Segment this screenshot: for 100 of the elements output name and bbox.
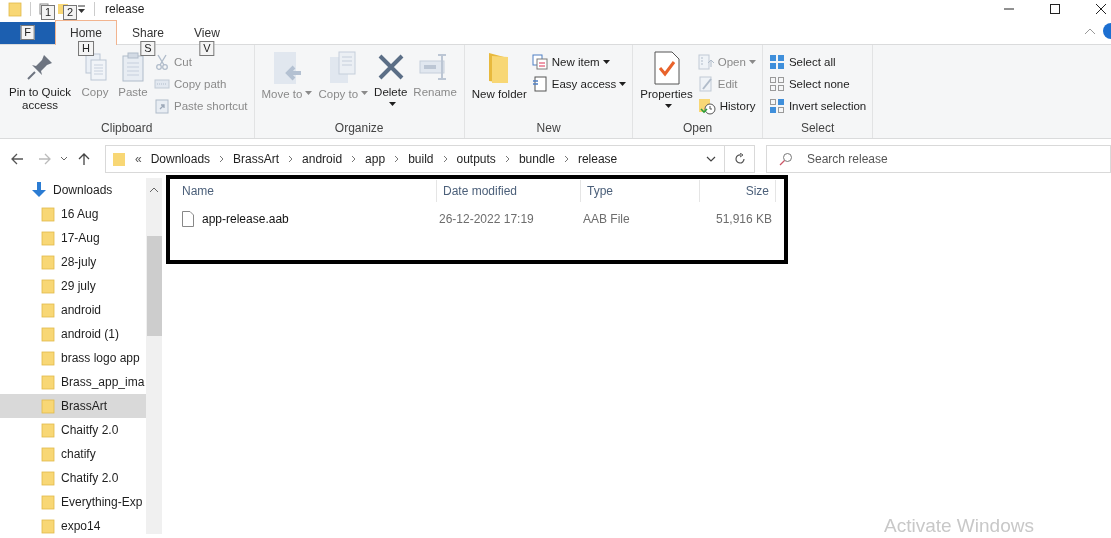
- breadcrumb[interactable]: release: [577, 152, 618, 166]
- folder-icon: [41, 374, 55, 390]
- chevron-right-icon: [442, 155, 448, 163]
- tree-label: android (1): [61, 327, 120, 341]
- tree-item[interactable]: 17-Aug: [0, 226, 146, 250]
- breadcrumb[interactable]: app: [365, 152, 386, 166]
- caret-icon: [619, 82, 627, 87]
- folder-icon: [41, 302, 55, 318]
- ribbon-button[interactable]: Properties: [637, 49, 696, 116]
- chevron-right-icon: [351, 155, 357, 163]
- breadcrumb[interactable]: outputs: [456, 152, 496, 166]
- folder-icon: [41, 446, 55, 462]
- tree-item[interactable]: chatify: [0, 442, 146, 466]
- breadcrumb[interactable]: build: [408, 152, 434, 166]
- recent-caret-icon: [60, 156, 68, 162]
- folder-icon: [41, 278, 55, 294]
- ribbon-button[interactable]: Delete: [371, 49, 411, 114]
- ribbon-button[interactable]: Select none: [766, 74, 869, 93]
- caret-icon: [602, 60, 610, 65]
- search-field[interactable]: Search release: [766, 145, 1111, 173]
- folder-icon: [41, 518, 55, 534]
- table-cell-text: 51,916 KB: [714, 212, 772, 226]
- tree-label: Downloads: [53, 183, 113, 197]
- list-icon: [697, 53, 714, 70]
- folder-icon: [41, 422, 55, 438]
- column-header[interactable]: Size: [700, 180, 776, 202]
- table-cell-text: AAB File: [582, 212, 631, 226]
- ribbon-button[interactable]: Invert selection: [766, 96, 869, 115]
- ribbon-button[interactable]: Select all: [766, 52, 869, 71]
- file-row[interactable]: app-release.aab 26-12-2022 17:19 AAB File 51,916 KB: [176, 208, 778, 230]
- tree-label: 29 july: [61, 279, 96, 293]
- tree-label: chatify: [61, 447, 96, 461]
- clock-folder-icon: [697, 96, 716, 115]
- caret-icon: [361, 91, 369, 96]
- tree-label: Brass_app_ima: [61, 375, 145, 389]
- tree-item[interactable]: android: [0, 298, 146, 322]
- breadcrumb[interactable]: bundle: [518, 152, 555, 166]
- breadcrumb[interactable]: BrassArt: [233, 152, 280, 166]
- help-icon: [1101, 22, 1111, 39]
- window-title: release: [105, 1, 145, 16]
- tree-item[interactable]: BrassArt: [0, 394, 146, 418]
- scroll-thumb[interactable]: [146, 236, 162, 336]
- tree-item[interactable]: 16 Aug: [0, 202, 146, 226]
- tree-item[interactable]: Chaitfy 2.0: [0, 418, 146, 442]
- customize-caret-icon: [77, 3, 86, 14]
- maximize-icon: [1050, 3, 1060, 14]
- breadcrumb[interactable]: android: [302, 152, 343, 166]
- tree-label: 28-july: [61, 255, 97, 269]
- ribbon-button[interactable]: New folder: [468, 49, 530, 103]
- overflow-chevron[interactable]: «: [135, 152, 142, 166]
- ribbon-button[interactable]: History: [695, 96, 758, 115]
- chevron-right-icon: [394, 155, 400, 163]
- pencil-document-icon: [697, 75, 714, 92]
- group-label: Organize: [334, 121, 384, 137]
- folder-icon: [41, 494, 55, 510]
- ribbon-button[interactable]: Easy access: [529, 74, 629, 93]
- chevron-right-icon: [288, 155, 294, 163]
- tree-item[interactable]: Everything-Exp: [0, 490, 146, 514]
- key-tip: 1: [41, 5, 56, 20]
- tree-item[interactable]: 29 july: [0, 274, 146, 298]
- key-tip: 2: [63, 5, 78, 20]
- pages-icon: [531, 53, 548, 70]
- breadcrumb[interactable]: Downloads: [150, 152, 211, 166]
- column-header[interactable]: Type: [581, 180, 700, 202]
- tree-label: 17-Aug: [61, 231, 100, 245]
- address-bar[interactable]: « Downloads BrassArt android app build outputs bundle release: [105, 145, 725, 173]
- scroll-up-icon: [150, 187, 158, 192]
- ribbon-button[interactable]: Pin to Quick access: [4, 49, 76, 114]
- tree-item[interactable]: expo14: [0, 514, 146, 534]
- tree-item[interactable]: 28-july: [0, 250, 146, 274]
- tree-item[interactable]: Downloads: [0, 178, 146, 202]
- key-tip: V: [199, 41, 215, 56]
- tree-item[interactable]: android (1): [0, 322, 146, 346]
- scissors-icon: [154, 53, 170, 70]
- tree-item[interactable]: Chatify 2.0: [0, 466, 146, 490]
- column-header[interactable]: Name: [176, 180, 437, 202]
- tree-item[interactable]: Brass_app_ima: [0, 370, 146, 394]
- ribbon-button[interactable]: New item: [529, 52, 629, 71]
- ribbon-tab[interactable]: Home: [55, 20, 117, 45]
- group-label: New: [536, 121, 561, 137]
- tree-label: Everything-Exp: [61, 495, 143, 509]
- refresh-button[interactable]: [725, 145, 755, 173]
- scrollbar[interactable]: [146, 178, 162, 534]
- table-cell-text: 26-12-2022 17:19: [438, 212, 535, 226]
- tree-label: expo14: [61, 519, 101, 533]
- group-label: Open: [682, 121, 713, 137]
- column-header[interactable]: Date modified: [437, 180, 581, 202]
- document-icon: [531, 75, 548, 92]
- folder-icon: [41, 206, 55, 222]
- chevron-right-icon: [219, 155, 225, 163]
- folder-icon: [41, 398, 55, 414]
- key-tip: F: [20, 25, 35, 40]
- download-arrow-icon: [32, 182, 46, 198]
- tree-label: Chaitfy 2.0: [61, 423, 119, 437]
- invert-grid-icon: [768, 97, 785, 114]
- tree-label: BrassArt: [61, 399, 107, 413]
- tree-item[interactable]: brass logo app: [0, 346, 146, 370]
- checkmark-document-icon: [652, 51, 681, 85]
- back-arrow-icon: [10, 153, 24, 165]
- file-icon: [182, 211, 194, 227]
